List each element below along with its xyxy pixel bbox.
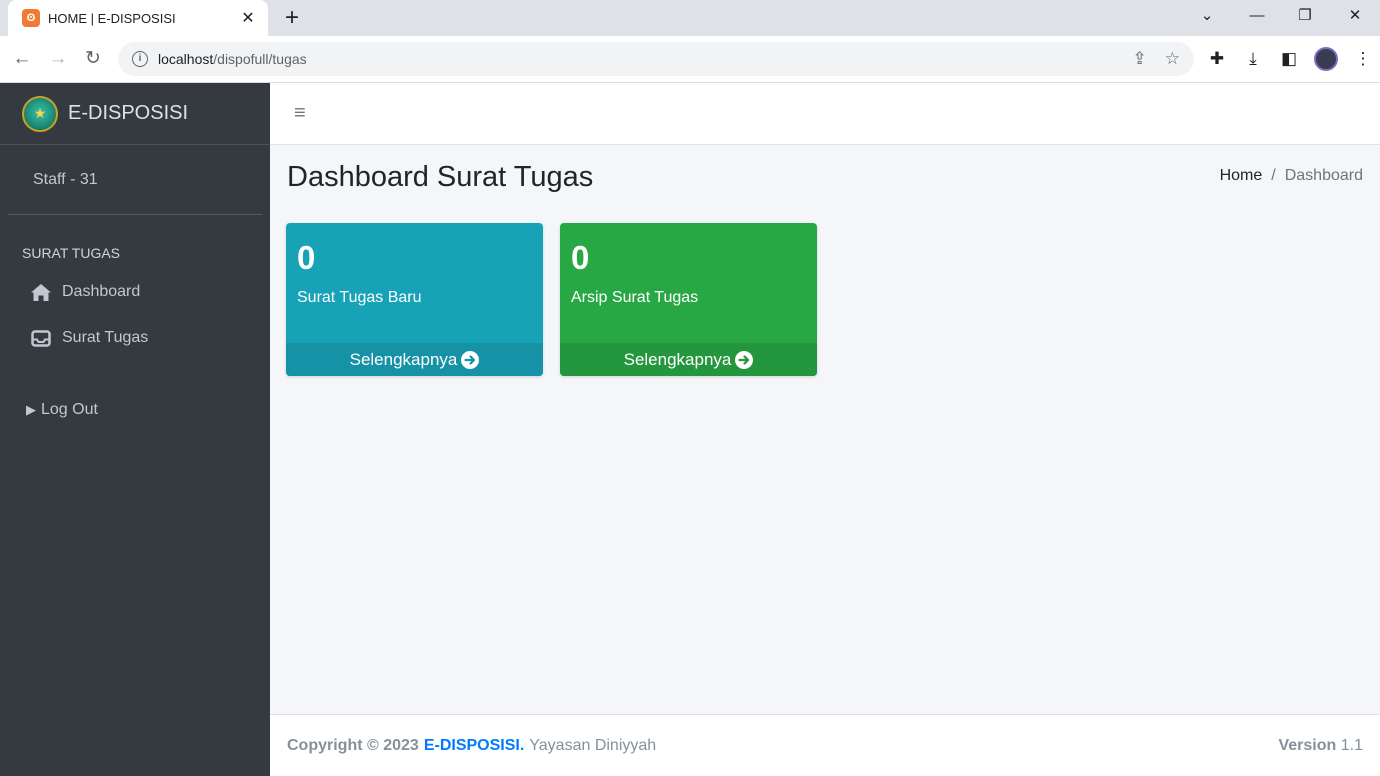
card-count: 0 <box>571 239 590 276</box>
tab-search-icon[interactable]: ⌄ <box>1192 4 1222 28</box>
share-icon[interactable]: ⇪ <box>1133 49 1147 69</box>
card-count: 0 <box>297 239 316 276</box>
sidebar-item-dashboard[interactable]: Dashboard <box>0 269 270 315</box>
version-info: Version 1.1 <box>1278 737 1363 755</box>
brand-text: E-DISPOSISI <box>68 102 189 124</box>
breadcrumb-separator: / <box>1271 167 1276 184</box>
new-tab-button[interactable]: + <box>280 4 304 32</box>
url-path: /dispofull/tugas <box>213 51 307 67</box>
xampp-favicon-icon: ʘ <box>22 9 40 27</box>
reload-button[interactable]: ↻ <box>81 46 105 72</box>
card-link-label: Selengkapnya <box>623 349 732 369</box>
user-name[interactable]: Staff - 31 <box>33 171 98 189</box>
sidebar-item-surat-tugas[interactable]: Surat Tugas <box>0 315 270 361</box>
back-button[interactable]: ← <box>10 46 34 72</box>
version-label: Version <box>1278 736 1337 754</box>
user-panel: Staff - 31 <box>8 145 262 215</box>
top-navbar: ≡ <box>270 83 1380 145</box>
minimize-button[interactable]: — <box>1242 4 1272 28</box>
side-panel-icon[interactable]: ◧ <box>1278 46 1300 72</box>
page-title: Dashboard Surat Tugas <box>287 161 594 193</box>
logout-link[interactable]: ▶ Log Out <box>0 387 270 433</box>
arrow-circle-right-icon <box>735 350 754 369</box>
breadcrumb-home-link[interactable]: Home <box>1220 167 1263 185</box>
footer-org: Yayasan Diniyyah <box>529 736 657 754</box>
card-label: Arsip Surat Tugas <box>571 289 699 306</box>
address-bar[interactable]: i localhost /dispofull/tugas ⇪ ☆ <box>118 42 1194 76</box>
breadcrumb-current: Dashboard <box>1284 167 1363 184</box>
browser-tab-bar: ʘ HOME | E-DISPOSISI ✕ + ⌄ — ❐ ✕ <box>0 0 1380 36</box>
url-host: localhost <box>158 51 214 67</box>
nav-header: SURAT TUGAS <box>22 245 121 261</box>
card-more-link[interactable]: Selengkapnya <box>560 343 817 376</box>
sign-out-icon: ▶ <box>26 402 36 417</box>
site-info-icon[interactable]: i <box>132 51 148 67</box>
copyright-text: Copyright © 2023 <box>287 736 419 754</box>
sidebar-item-label: Surat Tugas <box>62 329 149 346</box>
card-link-label: Selengkapnya <box>349 349 458 369</box>
sidebar-item-label: Dashboard <box>62 283 141 300</box>
footer-brand-link[interactable]: E-DISPOSISI. <box>424 737 524 755</box>
download-icon[interactable]: ⤓ <box>1242 46 1264 72</box>
arsip-surat-tugas-card: 0 Arsip Surat Tugas Selengkapnya <box>560 223 817 376</box>
card-more-link[interactable]: Selengkapnya <box>286 343 543 376</box>
logout-label: Log Out <box>41 401 98 418</box>
surat-tugas-baru-card: 0 Surat Tugas Baru Selengkapnya <box>286 223 543 376</box>
tab-title: HOME | E-DISPOSISI <box>48 10 176 26</box>
brand-logo-icon: ★ <box>22 95 58 132</box>
main-sidebar: ★ E-DISPOSISI Staff - 31 SURAT TUGAS Das… <box>0 83 270 776</box>
restore-button[interactable]: ❐ <box>1290 4 1320 28</box>
card-label: Surat Tugas Baru <box>297 289 422 306</box>
browser-toolbar: ← → ↻ i localhost /dispofull/tugas ⇪ ☆ ✚… <box>0 36 1380 83</box>
breadcrumb: Home / Dashboard <box>1220 167 1363 185</box>
brand-link[interactable]: ★ E-DISPOSISI <box>0 83 270 145</box>
close-tab-icon[interactable]: ✕ <box>238 8 258 28</box>
arrow-circle-right-icon <box>461 350 480 369</box>
close-window-button[interactable]: ✕ <box>1340 4 1370 28</box>
main-footer: Copyright © 2023 E-DISPOSISI. Yayasan Di… <box>270 714 1380 776</box>
home-icon <box>30 282 52 302</box>
forward-button[interactable]: → <box>46 46 70 72</box>
extensions-puzzle-icon[interactable]: ✚ <box>1206 46 1228 72</box>
inbox-icon <box>30 328 52 348</box>
more-menu-icon[interactable]: ⋮ <box>1352 46 1374 72</box>
bookmark-star-icon[interactable]: ☆ <box>1165 49 1180 69</box>
version-number: 1.1 <box>1340 736 1363 754</box>
hamburger-menu-icon[interactable]: ≡ <box>294 102 312 124</box>
profile-avatar[interactable] <box>1314 47 1338 71</box>
browser-tab[interactable]: ʘ HOME | E-DISPOSISI ✕ <box>8 0 268 36</box>
